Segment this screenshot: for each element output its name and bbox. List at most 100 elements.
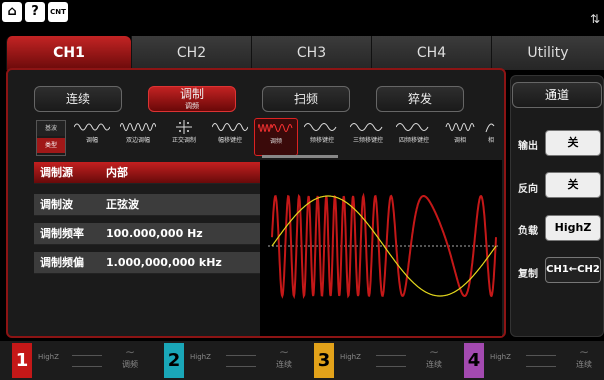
invert-toggle[interactable]: 关: [545, 172, 601, 198]
modulation-type-row: 调幅 双边调幅 正交调制 幅移键控 调频 频移键控 三频移键控 四频移键控 调相…: [36, 118, 500, 156]
fsk-wave-icon: [304, 123, 337, 131]
tab-ch3[interactable]: CH3: [251, 36, 371, 70]
param-mod-source-label: 调制源: [40, 166, 73, 179]
mod-type-qam-label: 正交调制: [171, 137, 196, 144]
top-bar: ⌂ ? CNT ⇅: [0, 0, 604, 36]
mode-sweep-label: 扫频: [293, 92, 318, 106]
mod-type-fsk-label: 频移键控: [309, 137, 334, 144]
waveform-preview: [260, 160, 502, 336]
home-icon[interactable]: ⌂: [2, 2, 22, 22]
tab-ch1[interactable]: CH1: [6, 36, 131, 70]
mod-type-4fsk[interactable]: 四频移键控: [392, 118, 436, 156]
channel-3-status[interactable]: 3 HighZ ∼ 连续: [314, 343, 454, 378]
channel-1-mode: ∼ 调频: [118, 345, 142, 370]
qam-icon: [176, 120, 192, 134]
param-mod-wave-value: 正弦波: [106, 198, 139, 211]
mod-type-pm-label: 调相: [453, 137, 466, 144]
am-wave-icon: [74, 123, 110, 131]
mode-sweep-button[interactable]: 扫频: [262, 86, 350, 112]
pm-wave-icon: [445, 123, 475, 131]
mode-modulation-button[interactable]: 调制 调频: [148, 86, 236, 112]
channel-1-wave-icon: ∼: [124, 345, 136, 359]
channel-3-number: 3: [314, 343, 334, 378]
channel-2-mode-label: 连续: [276, 360, 292, 369]
tab-ch2[interactable]: CH2: [131, 36, 251, 70]
dsb-am-wave-icon: [120, 123, 156, 131]
channel-2-level: [226, 355, 256, 367]
mod-type-pm[interactable]: 调相: [438, 118, 482, 156]
channel-2-mode: ∼ 连续: [272, 345, 296, 370]
param-mod-source-value: 内部: [106, 166, 128, 179]
invert-label: 反向: [518, 184, 538, 195]
param-mod-source[interactable]: 调制源 内部: [34, 162, 260, 184]
channel-3-impedance: HighZ: [340, 353, 361, 361]
channel-4-impedance: HighZ: [490, 353, 511, 361]
4fsk-wave-icon: [396, 123, 429, 131]
channel-4-level: [526, 355, 556, 367]
channel-2-status[interactable]: 2 HighZ ∼ 连续: [164, 343, 304, 378]
mod-type-dsb-am-label: 双边调幅: [125, 137, 150, 144]
param-mod-wave-label: 调制波: [40, 198, 73, 211]
counter-icon[interactable]: CNT: [48, 2, 68, 22]
channel-tabs: CH1 CH2 CH3 CH4 Utility: [0, 36, 604, 70]
copy-button[interactable]: CH1←CH2: [545, 257, 601, 283]
mode-burst-button[interactable]: 猝发: [376, 86, 464, 112]
tab-ch4[interactable]: CH4: [371, 36, 491, 70]
tab-utility[interactable]: Utility: [491, 36, 604, 70]
3fsk-wave-icon: [350, 123, 383, 131]
channel-1-impedance: HighZ: [38, 353, 59, 361]
param-mod-wave[interactable]: 调制波 正弦波: [34, 194, 260, 216]
channel-4-status[interactable]: 4 HighZ ∼ 连续: [464, 343, 602, 378]
channel-4-mode-label: 连续: [576, 360, 592, 369]
load-label: 负载: [518, 226, 538, 237]
mod-type-am-label: 调幅: [85, 137, 98, 144]
mod-type-fsk[interactable]: 频移键控: [300, 118, 344, 156]
mod-type-qam[interactable]: 正交调制: [162, 118, 206, 156]
output-toggle[interactable]: 关: [545, 130, 601, 156]
mod-type-dsb-am[interactable]: 双边调幅: [116, 118, 160, 156]
channel-4-wave-icon: ∼: [578, 345, 590, 359]
help-icon[interactable]: ?: [25, 2, 45, 22]
mode-continuous-label: 连续: [65, 92, 90, 106]
channel-header-button[interactable]: 通道: [512, 82, 602, 108]
copy-label: 复制: [518, 269, 538, 280]
param-mod-frequency-label: 调制频率: [40, 227, 84, 240]
mod-type-3fsk[interactable]: 三频移键控: [346, 118, 390, 156]
mode-continuous-button[interactable]: 连续: [34, 86, 122, 112]
channel-2-number: 2: [164, 343, 184, 378]
mod-type-am[interactable]: 调幅: [70, 118, 114, 156]
channel-4-mode: ∼ 连续: [572, 345, 596, 370]
mod-type-more-label: 相: [487, 137, 494, 144]
output-label: 输出: [518, 141, 538, 152]
channel-settings-panel: [510, 75, 604, 337]
load-button[interactable]: HighZ: [545, 215, 601, 241]
mod-type-fm[interactable]: 调频: [254, 118, 298, 156]
channel-1-level: [72, 355, 102, 367]
ask-wave-icon: [212, 123, 248, 131]
param-mod-deviation[interactable]: 调制频偏 1.000,000,000 kHz: [34, 252, 260, 274]
param-mod-deviation-value: 1.000,000,000 kHz: [106, 256, 222, 269]
mod-type-ask[interactable]: 幅移键控: [208, 118, 252, 156]
icon-row-scrollbar[interactable]: [262, 155, 338, 158]
channel-1-mode-label: 调频: [122, 360, 138, 369]
channel-1-number: 1: [12, 343, 32, 378]
channel-4-number: 4: [464, 343, 484, 378]
mod-type-fm-label: 调频: [269, 138, 282, 145]
mod-type-more[interactable]: 相: [482, 118, 500, 156]
channel-3-mode: ∼ 连续: [422, 345, 446, 370]
channel-3-mode-label: 连续: [426, 360, 442, 369]
channel-2-wave-icon: ∼: [278, 345, 290, 359]
fm-waveform-graph: [268, 192, 500, 300]
fm-wave-icon: [258, 124, 293, 132]
mod-type-3fsk-label: 三频移键控: [352, 137, 383, 144]
channel-1-status[interactable]: 1 HighZ ∼ 调频: [12, 343, 152, 378]
param-mod-frequency[interactable]: 调制频率 100.000,000 Hz: [34, 223, 260, 245]
mod-type-ask-label: 幅移键控: [217, 137, 242, 144]
mod-type-4fsk-label: 四频移键控: [398, 137, 429, 144]
channel-2-impedance: HighZ: [190, 353, 211, 361]
param-mod-deviation-label: 调制频偏: [40, 256, 84, 269]
mode-burst-label: 猝发: [407, 92, 432, 106]
mode-modulation-label: 调制: [179, 87, 204, 101]
more-wave-icon: [485, 123, 495, 133]
param-mod-frequency-value: 100.000,000 Hz: [106, 227, 203, 240]
